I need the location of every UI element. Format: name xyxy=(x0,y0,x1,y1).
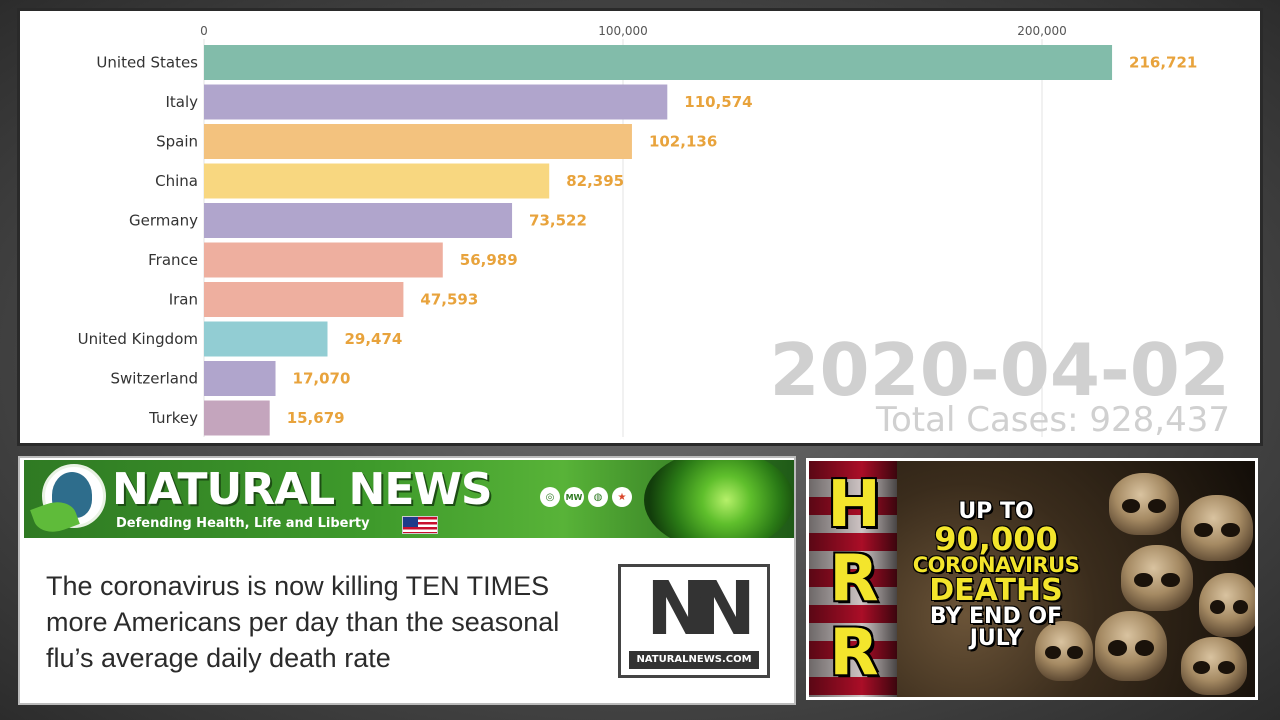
naturalnews-logo[interactable]: NN NATURALNEWS.COM xyxy=(618,564,770,678)
category-label: United Kingdom xyxy=(78,330,198,348)
hrr-thumbnail-panel[interactable]: H R R UP TO 90,000 CORONAVIRUS DEATHS BY… xyxy=(806,458,1258,700)
social-icon-1[interactable]: ◎ xyxy=(540,487,560,507)
category-label: Spain xyxy=(156,133,198,151)
brand-name: NATURAL NEWS xyxy=(112,464,493,515)
value-label: 82,395 xyxy=(566,172,624,190)
natural-news-banner[interactable]: NATURAL NEWS Defending Health, Life and … xyxy=(24,460,794,538)
x-tick-label: 200,000 xyxy=(1017,24,1067,38)
value-label: 47,593 xyxy=(420,291,478,309)
value-label: 15,679 xyxy=(287,409,345,427)
value-label: 216,721 xyxy=(1129,54,1197,72)
value-label: 110,574 xyxy=(684,93,752,111)
bar xyxy=(204,84,668,120)
news-article-panel: NATURAL NEWS Defending Health, Life and … xyxy=(18,456,796,705)
category-label: Turkey xyxy=(148,409,198,427)
value-label: 73,522 xyxy=(529,212,587,230)
hrr-letter-r1: R xyxy=(829,542,879,616)
headline-line: The coronavirus is now killing TEN TIMES xyxy=(46,571,550,601)
skull-image xyxy=(1181,495,1253,561)
skull-image xyxy=(1109,473,1179,535)
value-label: 56,989 xyxy=(460,251,518,269)
category-label: Italy xyxy=(165,93,198,111)
skull-image xyxy=(1181,637,1247,695)
bar xyxy=(204,124,632,159)
hrr-line-4: DEATHS xyxy=(929,573,1063,608)
hrr-line-2: 90,000 xyxy=(934,520,1058,558)
nn-logo-url: NATURALNEWS.COM xyxy=(629,651,759,669)
skull-image xyxy=(1199,573,1255,637)
headline-line: more Americans per day than the seasonal xyxy=(46,607,560,637)
x-tick-label: 100,000 xyxy=(598,24,648,38)
skull-image xyxy=(1095,611,1167,681)
hrr-line-5: BY END OF xyxy=(929,604,1063,629)
skull-image xyxy=(1121,545,1193,611)
category-label: United States xyxy=(96,54,198,72)
social-icon-4[interactable]: ★ xyxy=(612,487,632,507)
hrr-letter-r2: R xyxy=(829,616,879,690)
succulent-plant-image xyxy=(644,460,794,538)
value-label: 29,474 xyxy=(344,330,402,348)
headline-line: flu’s average daily death rate xyxy=(46,643,391,673)
nn-logo-letters: NN xyxy=(646,566,756,652)
bar xyxy=(204,282,404,317)
bar xyxy=(204,400,270,436)
social-icon-2[interactable]: MW xyxy=(564,487,584,507)
social-icon-3[interactable]: ◍ xyxy=(588,487,608,507)
category-label: Iran xyxy=(169,291,198,309)
hrr-letter-h: H xyxy=(827,468,881,542)
brand-tagline: Defending Health, Life and Liberty xyxy=(116,516,370,531)
value-label: 17,070 xyxy=(293,370,351,388)
hrr-line-6: JULY xyxy=(969,626,1023,651)
value-label: 102,136 xyxy=(649,133,717,151)
category-label: Switzerland xyxy=(111,370,199,388)
bar xyxy=(204,242,443,278)
category-label: Germany xyxy=(129,212,198,230)
bar xyxy=(204,321,328,357)
bar-chart: 0 100,000 200,000 United States 216,721 Italy… xyxy=(78,24,1230,440)
x-tick-label: 0 xyxy=(200,24,208,38)
bar-chart-race-panel: 0 100,000 200,000 United States 216,721 Italy… xyxy=(17,8,1263,446)
us-flag-icon xyxy=(402,516,438,534)
hrr-headline: UP TO 90,000 CORONAVIRUS DEATHS BY END O… xyxy=(901,501,1091,650)
bar xyxy=(204,45,1113,80)
bar xyxy=(204,163,550,199)
bar xyxy=(204,203,513,238)
article-headline[interactable]: The coronavirus is now killing TEN TIMES… xyxy=(46,568,606,676)
bar xyxy=(204,361,276,396)
category-label: France xyxy=(148,251,198,269)
chart-total-label: Total Cases: 928,437 xyxy=(875,400,1230,440)
category-label: China xyxy=(155,172,198,190)
